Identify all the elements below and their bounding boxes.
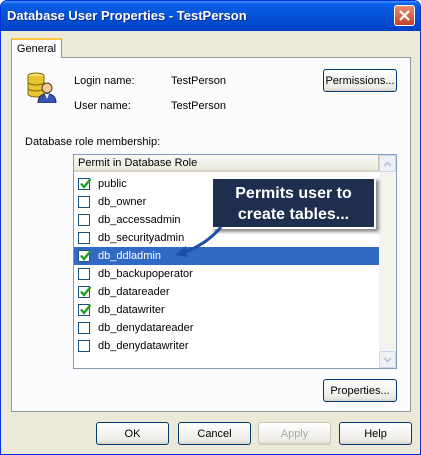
scroll-down-button[interactable] [379,351,396,368]
callout-line-2: create tables... [237,206,350,223]
help-button[interactable]: Help [339,422,412,445]
scroll-up-button[interactable] [379,155,396,172]
ok-button-label: OK [124,427,141,440]
chevron-up-icon [383,160,392,167]
role-checkbox[interactable] [78,214,90,226]
role-row-db-denydatawriter[interactable]: db_denydatawriter [74,337,379,355]
role-checkbox[interactable] [78,268,90,280]
dialog-window: Database User Properties - TestPerson Ge… [0,0,421,455]
checkmark-icon [80,250,92,261]
login-name-value: TestPerson [171,75,227,87]
close-icon [399,10,410,21]
permissions-button[interactable]: Permissions... [323,69,397,92]
database-user-icon [27,72,57,103]
role-checkbox[interactable] [78,322,90,334]
annotation-callout: Permits user to create tables... [211,177,376,229]
tab-general-label: General [16,43,57,55]
role-membership-label: Database role membership: [25,136,161,148]
chevron-down-icon [383,356,392,363]
column-header[interactable]: Permit in Database Role [74,155,379,172]
user-name-label: User name: [74,100,131,112]
checkmark-icon [80,304,92,315]
login-name-label: Login name: [74,75,135,87]
user-name-value: TestPerson [171,100,227,112]
role-label: db_accessadmin [98,214,181,226]
cancel-button-label: Cancel [197,427,232,440]
cancel-button[interactable]: Cancel [178,422,251,445]
role-label: public [98,178,127,190]
tab-general[interactable]: General [11,38,62,58]
vertical-scrollbar[interactable] [379,155,396,368]
role-checkbox[interactable] [78,286,92,298]
role-label: db_datawriter [98,304,165,316]
role-checkbox[interactable] [78,250,92,262]
role-label: db_datareader [98,286,170,298]
column-header-label: Permit in Database Role [78,157,198,169]
role-label: db_owner [98,196,147,208]
role-checkbox[interactable] [78,304,92,316]
checkmark-icon [80,178,92,189]
callout-arrow-icon [175,226,223,257]
role-label: db_denydatawriter [98,340,189,352]
role-checkbox[interactable] [78,178,92,190]
ok-button[interactable]: OK [96,422,169,445]
properties-button[interactable]: Properties... [323,379,397,402]
permissions-button-label: Permissions... [325,74,395,87]
role-label: db_backupoperator [98,268,193,280]
title-bar[interactable]: Database User Properties - TestPerson [1,1,420,31]
role-checkbox[interactable] [78,340,90,352]
callout-line-1: Permits user to [235,185,352,202]
properties-button-label: Properties... [330,384,390,397]
role-checkbox[interactable] [78,232,90,244]
role-row-db-datareader[interactable]: db_datareader [74,283,379,301]
role-label: db_ddladmin [98,250,161,262]
checkmark-icon [80,286,92,297]
role-row-db-denydatareader[interactable]: db_denydatareader [74,319,379,337]
window-title: Database User Properties - TestPerson [7,8,247,23]
role-label: db_denydatareader [98,322,194,334]
role-row-db-backupoperator[interactable]: db_backupoperator [74,265,379,283]
role-checkbox[interactable] [78,196,90,208]
apply-button-label: Apply [280,427,309,440]
apply-button[interactable]: Apply [258,422,331,445]
role-row-db-datawriter[interactable]: db_datawriter [74,301,379,319]
help-button-label: Help [364,427,387,440]
close-button[interactable] [394,5,415,26]
